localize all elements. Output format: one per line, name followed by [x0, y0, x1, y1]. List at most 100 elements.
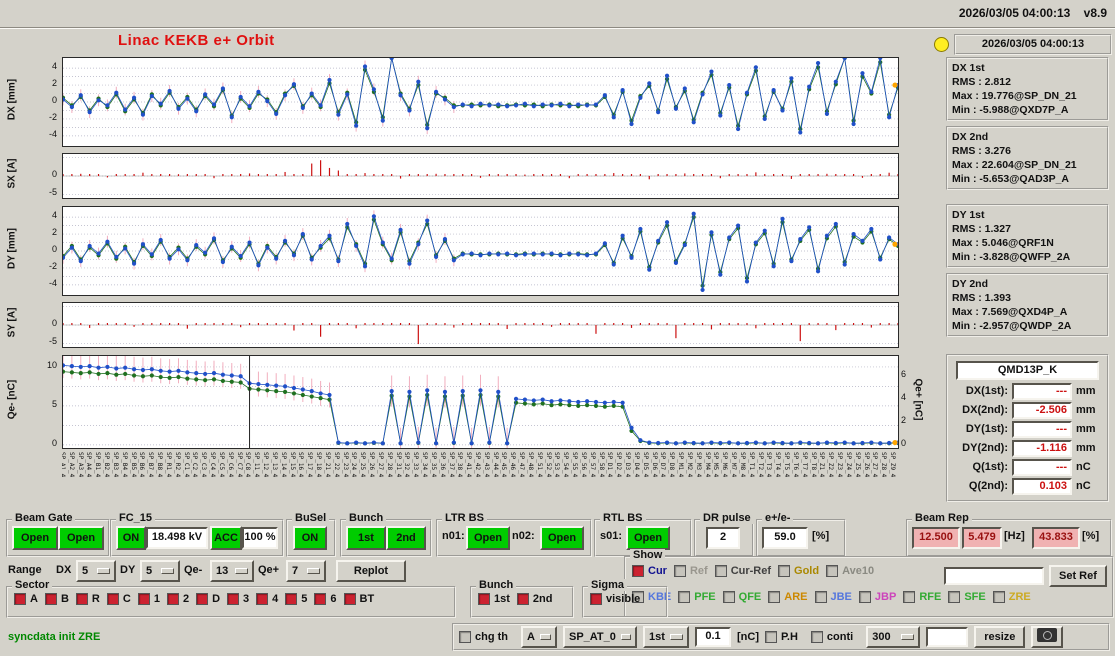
bunch-title: Bunch [346, 512, 386, 524]
sector-checkbox-c[interactable] [107, 593, 119, 605]
sector-checkbox-2[interactable] [167, 593, 179, 605]
x-tick-label: SP_C2_4 [191, 452, 198, 477]
range-dy-select[interactable]: 5 [140, 560, 180, 582]
data-timestamp: 2026/03/05 04:00:13 [954, 34, 1112, 55]
sector-label-bt: BT [360, 593, 375, 605]
x-tick-label: SP_T6_4 [792, 452, 799, 477]
sector-item-4: 4 [256, 593, 278, 605]
sector-checkbox-d[interactable] [196, 593, 208, 605]
x-tick-label: SP_13_4 [271, 452, 278, 477]
show-checkbox-ave10[interactable] [826, 565, 838, 577]
range-qe-minus-select[interactable]: 13 [210, 560, 254, 582]
y-tick-label: -4 [49, 278, 57, 288]
sector-checkbox-b[interactable] [45, 593, 57, 605]
x-tick-label: SP_R2_4 [174, 452, 181, 477]
bunch-checkbox-1st[interactable] [478, 593, 490, 605]
qe-minus-axis-label: Qe- [nC] [7, 370, 18, 430]
dropdown-indicator-icon [307, 568, 320, 574]
interval-select[interactable]: 300 [866, 626, 920, 648]
threshold-field[interactable]: 0.1 [695, 627, 731, 647]
show-checkbox-zre[interactable] [993, 591, 1005, 603]
sector-item-d: D [196, 593, 220, 605]
show-checkbox-sfe[interactable] [948, 591, 960, 603]
show-checkbox-qfe[interactable] [723, 591, 735, 603]
fc15-on-button[interactable]: ON [116, 526, 146, 550]
range-dx-select[interactable]: 5 [76, 560, 116, 582]
monitor-select[interactable]: SP_AT_0 [563, 626, 637, 648]
ref-name-input[interactable] [944, 567, 1044, 585]
range-qe-plus-select[interactable]: 7 [286, 560, 326, 582]
charge-chart [62, 355, 899, 449]
show-checkbox-gold[interactable] [778, 565, 790, 577]
bunch-2nd-button[interactable]: 2nd [386, 526, 426, 550]
beam-gate-open-2-button[interactable]: Open [58, 526, 104, 550]
sector-checkbox-bt[interactable] [344, 593, 356, 605]
show-checkbox-ref[interactable] [674, 565, 686, 577]
dx-axis-label: DX [mm] [7, 70, 18, 130]
bunch-checkbox-2nd[interactable] [517, 593, 529, 605]
x-tick-label: SP_Z8_4 [880, 452, 887, 477]
sx-steering-chart [62, 153, 899, 199]
rtl-bs-title: RTL BS [600, 512, 646, 524]
sigma-checkbox-visible[interactable] [590, 593, 602, 605]
show-label-jbp: JBP [875, 591, 896, 603]
dr-pulse-group: DR pulse 2 [694, 519, 754, 557]
show-label-ref: Ref [690, 565, 708, 577]
spare-field[interactable] [926, 627, 968, 647]
busel-on-button[interactable]: ON [293, 526, 327, 550]
chg-th-checkbox[interactable] [459, 631, 471, 643]
sector-checkbox-4[interactable] [256, 593, 268, 605]
ph-item: P.H [765, 631, 798, 643]
show-checkbox-pfe[interactable] [678, 591, 690, 603]
show-item-zre: ZRE [993, 591, 1031, 603]
x-tick-label: SP_B1_4 [94, 452, 101, 477]
ph-checkbox[interactable] [765, 631, 777, 643]
bunch-pick-select[interactable]: 1st [643, 626, 689, 648]
monitor-row-value: --- [1012, 421, 1072, 438]
bunch-1st-button[interactable]: 1st [346, 526, 386, 550]
x-tick-label: SP_A1_4 [62, 452, 66, 477]
x-tick-label: SP_Z7_4 [871, 452, 878, 477]
x-tick-label: SP_R1_4 [165, 452, 172, 477]
beam-gate-open-1-button[interactable]: Open [12, 526, 58, 550]
stat-title: DY 1st [952, 208, 1103, 222]
set-ref-button[interactable]: Set Ref [1049, 565, 1107, 587]
replot-button[interactable]: Replot [336, 560, 406, 582]
rtl-s01-open-button[interactable]: Open [626, 526, 670, 550]
qe-y-ticks: 1050 [34, 355, 60, 447]
x-tick-label: SP_52_4 [545, 452, 552, 477]
sector-checkbox-a[interactable] [14, 593, 26, 605]
conti-checkbox[interactable] [811, 631, 823, 643]
y-tick-label: 10 [47, 360, 57, 370]
show-checkbox-cur-ref[interactable] [715, 565, 727, 577]
x-tick-label: SP_11_4 [253, 452, 260, 477]
x-tick-label: SP_54_4 [562, 452, 569, 477]
show-checkbox-rfe[interactable] [903, 591, 915, 603]
busel-title: BuSel [292, 512, 329, 524]
snapshot-button[interactable] [1031, 626, 1063, 648]
show-checkbox-cur[interactable] [632, 565, 644, 577]
sector-checkbox-5[interactable] [285, 593, 297, 605]
sector-checkbox-3[interactable] [227, 593, 239, 605]
show-checkbox-are[interactable] [768, 591, 780, 603]
show-item-ref: Ref [674, 565, 708, 577]
show-checkbox-jbp[interactable] [859, 591, 871, 603]
dy-y-ticks: 420-2-4 [34, 206, 60, 294]
x-tick-label: SP_M4_4 [704, 452, 711, 477]
x-tick-label: SP_31_4 [395, 452, 402, 477]
bucket-select[interactable]: A [521, 626, 557, 648]
sector-label-1: 1 [154, 593, 160, 605]
ltr-n02-open-button[interactable]: Open [540, 526, 584, 550]
sector-checkbox-r[interactable] [76, 593, 88, 605]
ltr-n01-open-button[interactable]: Open [466, 526, 510, 550]
sector-checkbox-6[interactable] [314, 593, 326, 605]
x-tick-label: SP_B2_4 [103, 452, 110, 477]
fc15-acc-button[interactable]: ACC [210, 526, 242, 550]
dropdown-indicator-icon [621, 634, 631, 640]
resize-button[interactable]: resize [974, 626, 1025, 648]
beam-rep-hz-unit: [Hz] [1004, 526, 1025, 546]
fc15-kv-field: 18.498 kV [146, 527, 208, 549]
show-checkbox-jbe[interactable] [815, 591, 827, 603]
sector-item-2: 2 [167, 593, 189, 605]
sector-checkbox-1[interactable] [138, 593, 150, 605]
